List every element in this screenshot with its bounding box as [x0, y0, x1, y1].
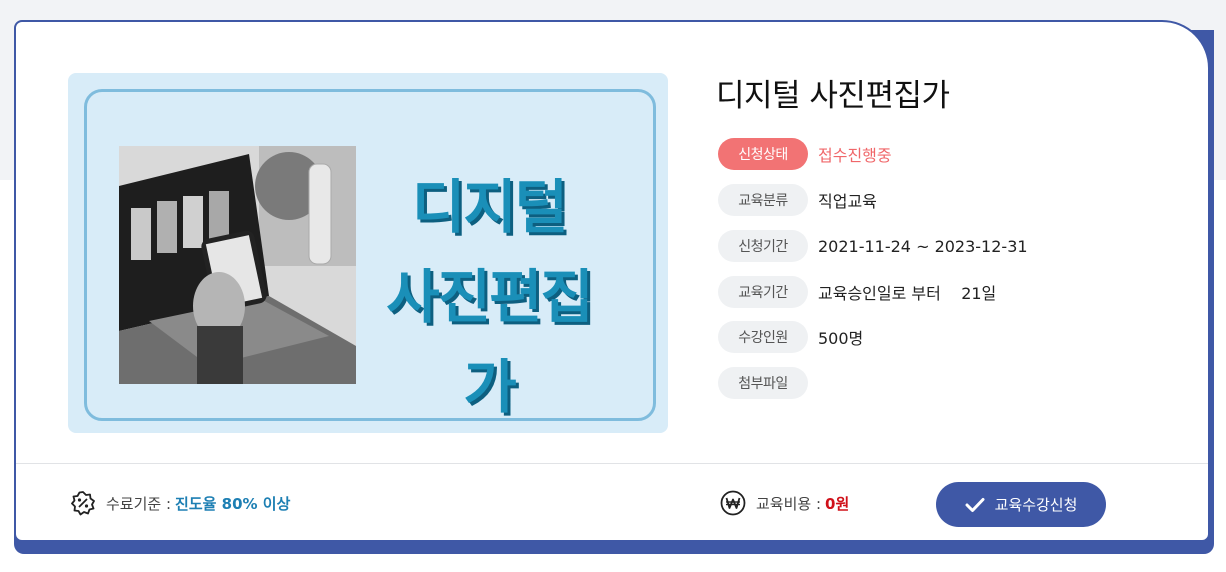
capacity-label: 수강인원 — [718, 321, 808, 353]
apply-button[interactable]: 교육수강신청 — [936, 482, 1106, 527]
footer-divider — [16, 463, 1208, 464]
education-fee: 교육비용 : 0원 — [720, 490, 849, 516]
thumbnail-title-line1: 디지털 — [411, 173, 568, 241]
fee-label: 교육비용 : — [756, 494, 822, 513]
capacity-value: 500명 — [818, 329, 864, 348]
course-card: 디지털 사진편집가 디지털 사진편집가 신청상태 접수진행중 교육분류 직업교육… — [14, 20, 1210, 542]
category-label: 교육분류 — [718, 184, 808, 216]
status-value: 접수진행중 — [818, 146, 892, 165]
application-period-value: 2021-11-24 ~ 2023-12-31 — [818, 236, 1028, 256]
completion-label: 수료기준 : — [106, 494, 172, 513]
category-value: 직업교육 — [818, 192, 877, 211]
education-period-label: 교육기간 — [718, 276, 808, 308]
education-period-value: 교육승인일로 부터 21일 — [818, 284, 997, 303]
thumbnail-title-line2: 사진편집가 — [386, 263, 593, 421]
application-period-label: 신청기간 — [718, 230, 808, 262]
status-badge: 신청상태 — [718, 138, 808, 170]
info-row-application-period: 신청기간 2021-11-24 ~ 2023-12-31 — [718, 230, 1028, 262]
check-icon — [965, 497, 985, 512]
info-row-education-period: 교육기간 교육승인일로 부터 21일 — [718, 276, 996, 308]
thumbnail-title: 디지털 사진편집가 — [369, 162, 609, 432]
fee-value: 0원 — [825, 494, 850, 513]
info-row-attachment: 첨부파일 — [718, 367, 818, 399]
apply-button-label: 교육수강신청 — [994, 496, 1078, 514]
thumbnail-frame: 디지털 사진편집가 — [84, 89, 656, 421]
info-row-category: 교육분류 직업교육 — [718, 184, 877, 216]
completion-value: 진도율 80% 이상 — [175, 494, 291, 513]
completion-criteria: 수료기준 : 진도율 80% 이상 — [70, 490, 290, 516]
won-icon — [720, 490, 746, 516]
course-thumbnail[interactable]: 디지털 사진편집가 — [68, 73, 668, 433]
info-row-status: 신청상태 접수진행중 — [718, 138, 892, 170]
attachment-label[interactable]: 첨부파일 — [718, 367, 808, 399]
course-title: 디지털 사진편집가 — [716, 78, 950, 114]
info-row-capacity: 수강인원 500명 — [718, 321, 863, 353]
badge-percent-icon — [70, 490, 96, 516]
thumbnail-photo — [119, 146, 356, 384]
